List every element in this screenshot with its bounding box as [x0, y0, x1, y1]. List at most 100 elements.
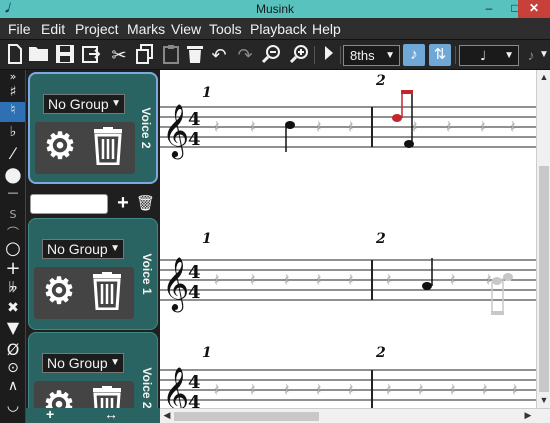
scroll-left-icon[interactable]: ◀ — [161, 410, 173, 421]
play-icon[interactable] — [318, 44, 340, 66]
time-signature-top: 4 — [188, 262, 201, 283]
svg-text:𝄽: 𝄽 — [512, 380, 518, 401]
show-notes-toggle-icon[interactable]: ♪ — [403, 44, 425, 66]
svg-text:𝄽: 𝄽 — [450, 380, 456, 401]
horizontal-scrollbar[interactable]: ◀ ▶ — [160, 408, 550, 423]
score-canvas[interactable]: 𝄞 4 4 1 2 𝄽 𝄽 𝄽 𝄽 𝄽 𝄽 𝄽 𝄽 𝄞 4 4 1 2 𝄽 𝄽 … — [160, 70, 536, 408]
vertical-scrollbar[interactable]: ▲ ▼ — [536, 70, 550, 408]
svg-text:𝄽: 𝄽 — [450, 270, 456, 291]
time-signature-top: 4 — [188, 372, 201, 393]
svg-text:𝄽: 𝄽 — [480, 117, 486, 138]
scroll-down-icon[interactable]: ▼ — [538, 395, 550, 405]
voice-panel[interactable]: No Group ▼ ⚙ Voice 1 — [28, 218, 158, 330]
natural-icon[interactable]: ♮ — [0, 102, 25, 122]
window-title: Musink — [255, 2, 294, 16]
delete-icon[interactable] — [184, 44, 206, 66]
up-bow-icon[interactable]: ∧ — [0, 378, 25, 394]
segno-icon[interactable]: S — [0, 208, 25, 221]
menu-tools[interactable]: Tools — [209, 21, 242, 37]
title-bar: 𝅘𝅥 Musink – □ ✕ — [0, 0, 550, 18]
smile-icon[interactable]: ◡ — [0, 398, 25, 414]
chevron-down-icon: ▼ — [111, 98, 121, 109]
transpose-toggle-icon[interactable]: ⇅ — [429, 44, 451, 66]
trash-icon[interactable]: 🗑 — [136, 193, 155, 215]
time-signature-bottom: 4 — [188, 392, 201, 408]
new-icon[interactable] — [4, 44, 26, 66]
accent-icon[interactable]: ⁄ — [0, 144, 25, 163]
redo-icon[interactable]: ↷ — [234, 44, 256, 66]
group-select[interactable]: No Group ▼ — [43, 94, 125, 114]
horizontal-scroll-thumb[interactable] — [174, 412, 319, 421]
voice-panel[interactable]: No Group ▼ ⚙ Voice 2 — [28, 332, 158, 410]
staff-system: 𝄞 4 4 1 2 𝄽 𝄽 𝄽 𝄽 𝄽 𝄽 𝄽 𝄽 — [160, 73, 536, 159]
note-head[interactable] — [422, 282, 432, 290]
menu-edit[interactable]: Edit — [41, 21, 65, 37]
menu-help[interactable]: Help — [312, 21, 341, 37]
gear-icon[interactable]: ⚙ — [38, 124, 82, 168]
svg-text:𝄽: 𝄽 — [316, 117, 322, 138]
open-icon[interactable] — [28, 44, 50, 66]
triangle-down-icon[interactable]: ▼ — [0, 318, 25, 337]
menu-view[interactable]: View — [171, 21, 201, 37]
voice-name: Voice 2 — [140, 367, 154, 409]
cut-icon[interactable]: ✂ — [108, 44, 130, 66]
scroll-right-icon[interactable]: ▶ — [522, 410, 534, 421]
scroll-up-icon[interactable]: ▲ — [538, 72, 550, 82]
symbol-palette: » ♯ ♮ ♭ ⁄ ● — S ⌒ ○ + 𝄫 ✖ ▼ Ø ⊙ ∧ ◡ — [0, 70, 26, 423]
double-flat-icon[interactable]: 𝄫 — [0, 280, 25, 296]
slashed-o-icon[interactable]: Ø — [0, 340, 25, 359]
svg-text:𝄽: 𝄽 — [214, 117, 220, 138]
highlighted-notes[interactable] — [392, 90, 414, 148]
add-icon[interactable]: + — [46, 406, 54, 422]
group-select-value: No Group — [47, 241, 108, 257]
treble-clef-icon: 𝄞 — [162, 366, 189, 408]
save-icon[interactable] — [54, 44, 76, 66]
flat-icon[interactable]: ♭ — [0, 124, 25, 140]
close-button[interactable]: ✕ — [518, 0, 550, 18]
svg-text:𝄽: 𝄽 — [316, 380, 322, 401]
gear-icon[interactable]: ⚙ — [37, 383, 81, 410]
zoom-out-icon[interactable] — [260, 44, 282, 66]
voice-list-footer: + ↔ — [26, 406, 160, 423]
note-duration-select[interactable]: ♩ ▼ — [459, 45, 519, 66]
sharp-icon[interactable]: ♯ — [0, 84, 25, 100]
svg-text:𝄽: 𝄽 — [214, 380, 220, 401]
ghost-note-pair[interactable]: 𝄽 — [486, 270, 513, 315]
whole-note-icon[interactable]: ● — [0, 162, 25, 186]
measure-number: 2 — [375, 73, 386, 89]
voice-panel[interactable]: No Group ▼ ⚙ Voice 2 — [28, 72, 158, 184]
resize-horizontal-icon[interactable]: ↔ — [104, 406, 118, 422]
add-voice-icon[interactable]: + — [114, 192, 132, 214]
trash-icon[interactable] — [85, 269, 129, 313]
cross-icon[interactable]: ✖ — [0, 300, 25, 316]
menu-file[interactable]: File — [8, 21, 31, 37]
voice-list: No Group ▼ ⚙ Voice 2 + 🗑 No Group ▼ ⚙ Vo… — [26, 70, 160, 410]
minimize-button[interactable]: – — [476, 0, 502, 18]
group-select[interactable]: No Group ▼ — [42, 353, 124, 373]
time-signature-top: 4 — [188, 109, 201, 130]
menu-playback[interactable]: Playback — [250, 21, 307, 37]
copy-icon[interactable] — [134, 44, 156, 66]
note-value-select[interactable]: 8ths ▼ — [343, 45, 400, 66]
undo-icon[interactable]: ↶ — [208, 44, 230, 66]
voice-name: Voice 2 — [139, 107, 153, 149]
trash-icon[interactable] — [86, 124, 130, 168]
group-select[interactable]: No Group ▼ — [42, 239, 124, 259]
gear-icon[interactable]: ⚙ — [37, 269, 81, 313]
svg-text:𝄽: 𝄽 — [250, 380, 256, 401]
vertical-scroll-thumb[interactable] — [539, 166, 549, 392]
overflow-chevron-icon[interactable]: ▼ — [538, 44, 550, 66]
open-string-icon[interactable]: ⊙ — [0, 360, 25, 376]
svg-text:𝄽: 𝄽 — [348, 380, 354, 401]
expand-palette-icon[interactable]: » — [0, 70, 25, 83]
zoom-in-icon[interactable] — [288, 44, 310, 66]
plus-icon[interactable]: + — [0, 258, 25, 279]
circle-o-icon[interactable]: ○ — [0, 238, 25, 259]
svg-text:𝄽: 𝄽 — [482, 380, 488, 401]
menu-project[interactable]: Project — [75, 21, 119, 37]
voice-name-input[interactable] — [30, 194, 108, 214]
menu-marks[interactable]: Marks — [127, 21, 165, 37]
export-icon[interactable] — [80, 44, 102, 66]
quarter-note-icon: ♩ — [480, 49, 487, 64]
paste-icon[interactable] — [160, 44, 182, 66]
